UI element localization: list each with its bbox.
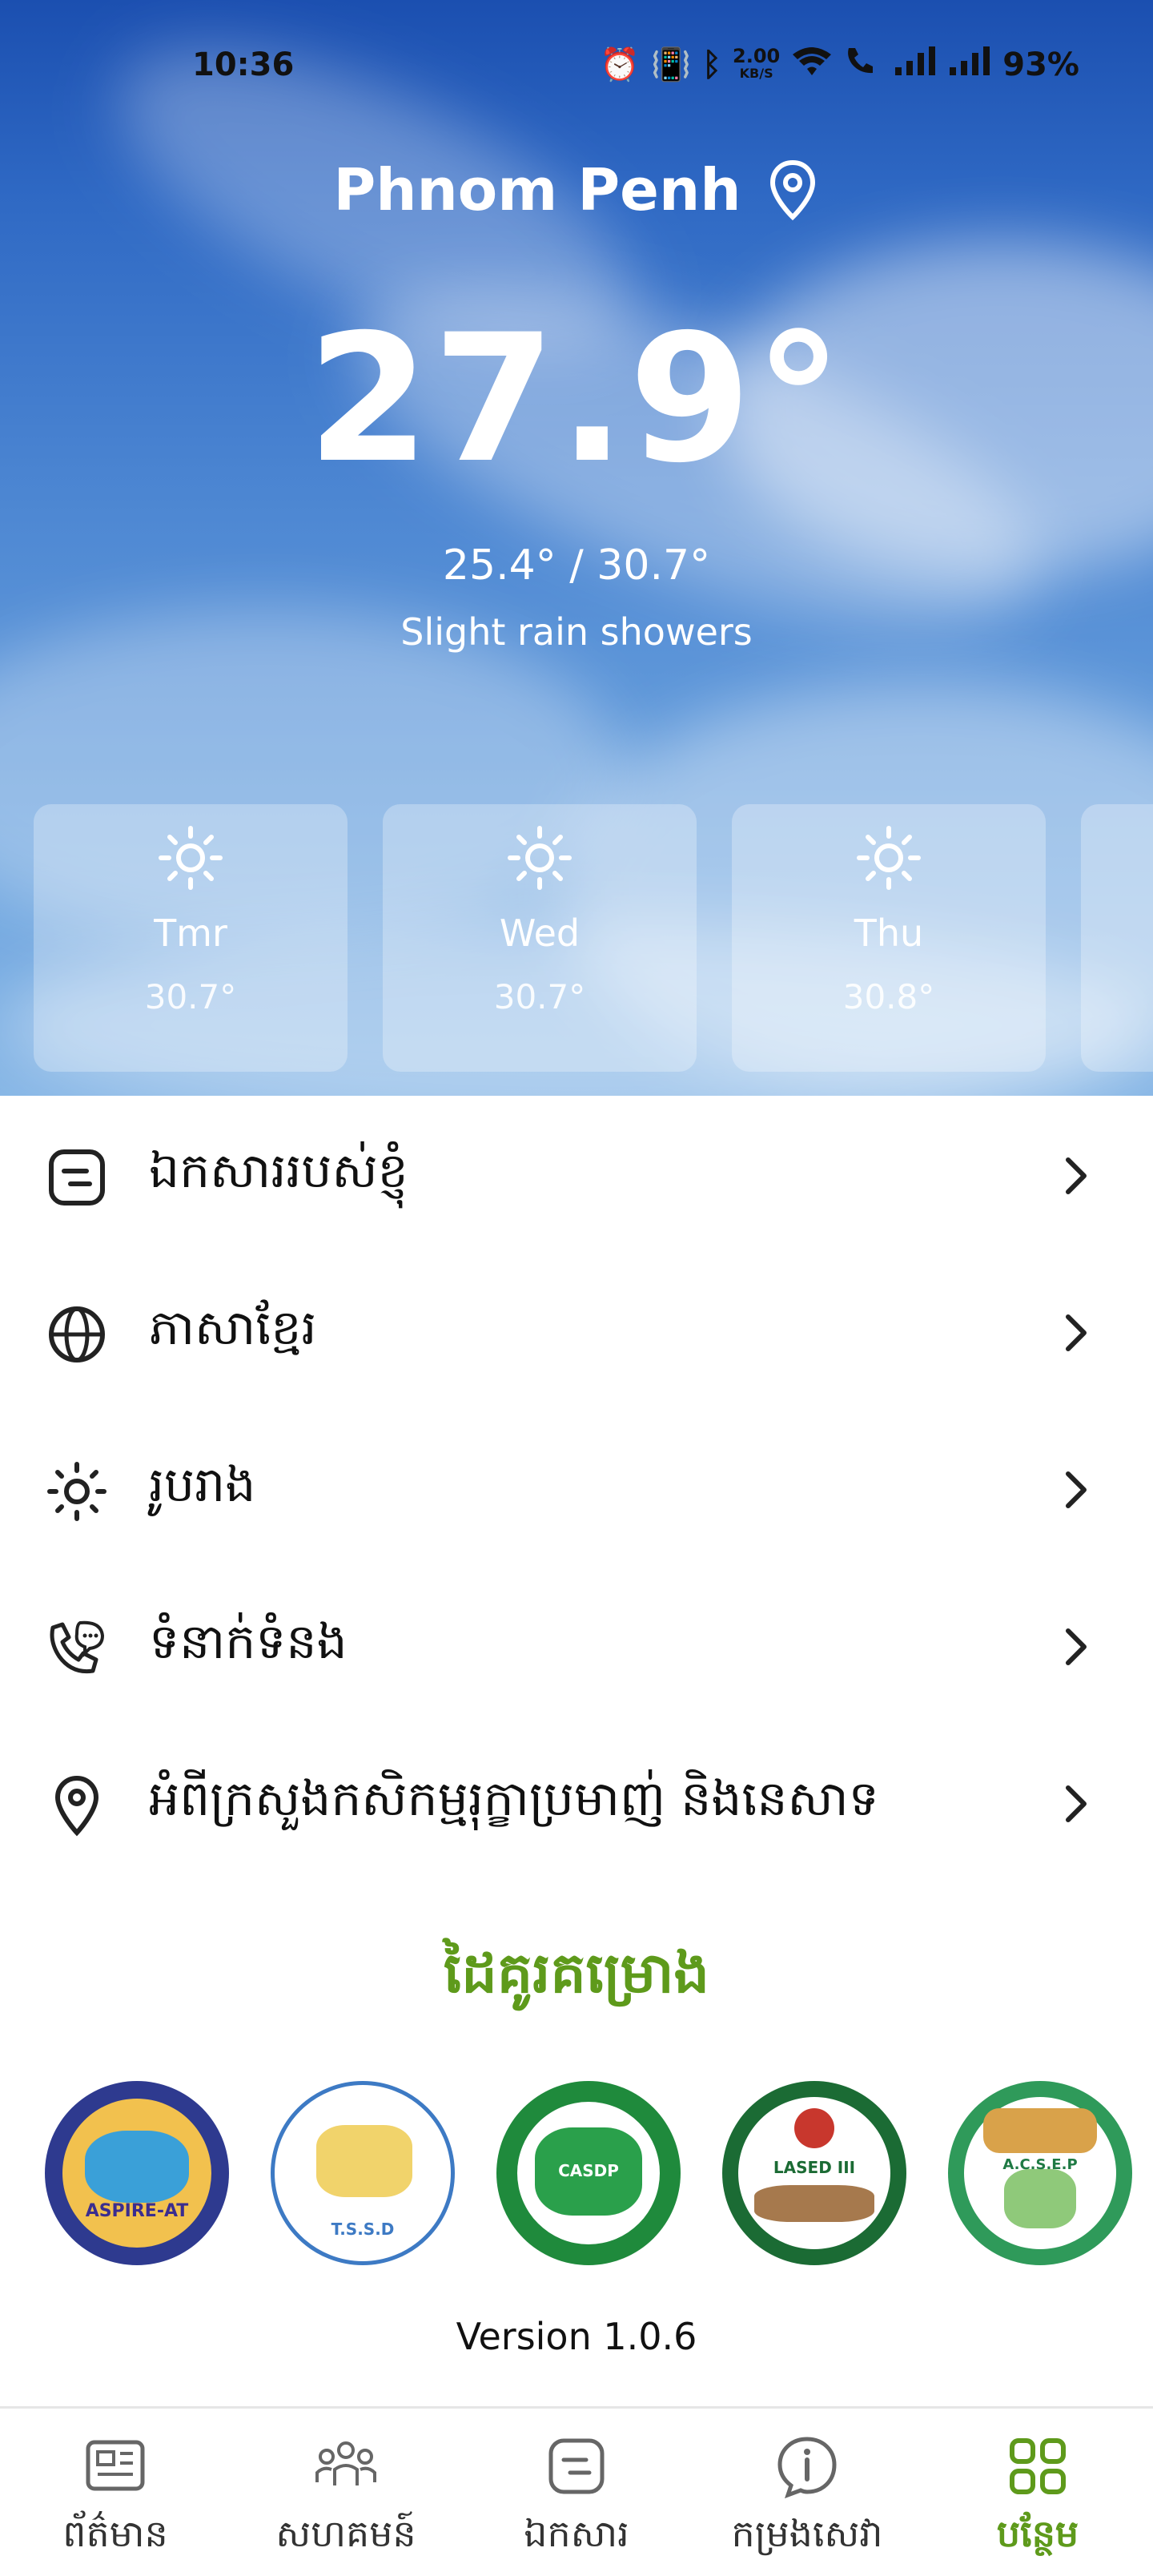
bottom-navigation: ព័ត៌មាន សហគមន៍ ឯកសារ កម្រងសេវា បន្ថែម xyxy=(0,2406,1153,2576)
menu-item-contact[interactable]: ទំនាក់ទំនង xyxy=(0,1567,1153,1724)
chevron-right-icon xyxy=(1066,1628,1087,1665)
chevron-right-icon xyxy=(1066,1157,1087,1194)
menu-item-label: ទំនាក់ទំនង xyxy=(149,1614,348,1670)
partner-logo-aspire[interactable]: ASPIRE-AT xyxy=(45,2081,229,2265)
chevron-right-icon xyxy=(1066,1471,1087,1508)
wifi-call-icon xyxy=(844,45,882,84)
nav-item-community[interactable]: សហគមន៍ xyxy=(231,2409,461,2576)
logo-caption: CASDP xyxy=(558,2161,619,2180)
menu-item-about-ministry[interactable]: អំពីក្រសួងកសិកម្មរុក្ខាប្រមាញ់ និងនេសាទ xyxy=(0,1724,1153,1881)
partner-logo-casdp[interactable]: CASDP xyxy=(496,2081,681,2265)
sun-icon xyxy=(47,1462,106,1521)
document-icon xyxy=(548,2438,605,2494)
signal-icon xyxy=(894,45,937,84)
forecast-temp: 30.8° xyxy=(842,977,935,1016)
status-icons: ⏰ 📳 ᛒ 2.00 KB/S 93% xyxy=(600,45,1079,84)
nav-label: បន្ថែម xyxy=(996,2512,1079,2555)
menu-item-label: អំពីក្រសួងកសិកម្មរុក្ខាប្រមាញ់ និងនេសាទ xyxy=(149,1771,879,1827)
forecast-card-partial[interactable] xyxy=(1081,804,1153,1072)
weather-hero: 10:36 ⏰ 📳 ᛒ 2.00 KB/S 93% Phnom Penh 27.… xyxy=(0,0,1153,1096)
document-icon xyxy=(49,1149,105,1205)
partner-logo-acsep[interactable]: A.C.S.E.P xyxy=(948,2081,1132,2265)
forecast-strip[interactable]: Tmr 30.7° Wed 30.7° Thu 30.8° xyxy=(34,804,1153,1072)
menu-item-appearance[interactable]: រូបរាង xyxy=(0,1410,1153,1567)
logo-photos xyxy=(983,2108,1097,2153)
bluetooth-icon: ᛒ xyxy=(702,46,722,83)
logo-map xyxy=(316,2125,412,2197)
nav-item-news[interactable]: ព័ត៌មាន xyxy=(0,2409,231,2576)
logo-caption: A.C.S.E.P xyxy=(1002,2156,1078,2173)
globe-icon xyxy=(49,1306,105,1362)
city-selector[interactable]: Phnom Penh xyxy=(0,156,1153,223)
battery-percent: 93% xyxy=(1002,46,1079,83)
forecast-day: Tmr xyxy=(154,912,227,955)
menu-item-label: ឯកសាររបស់ខ្ញុំ xyxy=(149,1143,408,1199)
partner-logos: ASPIRE-AT T.S.S.D CASDP LASED III A.C.S.… xyxy=(45,2081,1132,2265)
weather-condition: Slight rain showers xyxy=(400,610,753,654)
network-speed: 2.00 KB/S xyxy=(733,44,781,83)
speed-unit: KB/S xyxy=(739,65,773,81)
vibrate-icon: 📳 xyxy=(651,46,692,83)
sun-icon xyxy=(34,823,348,892)
partners-title: ដៃគូរគម្រោង xyxy=(444,1940,709,2006)
nav-label: សហគមន៍ xyxy=(275,2512,416,2555)
forecast-temp: 30.7° xyxy=(144,977,237,1016)
menu-item-label: ភាសាខ្មែរ xyxy=(149,1300,317,1356)
settings-menu: ឯកសាររបស់ខ្ញុំ ភាសាខ្មែរ រូបរាង ទំនាក់ទំ… xyxy=(0,1096,1153,1881)
forecast-temp: 30.7° xyxy=(493,977,586,1016)
menu-item-label: រូបរាង xyxy=(149,1457,256,1513)
wifi-icon xyxy=(791,45,833,84)
nav-item-services[interactable]: កម្រងសេវា xyxy=(692,2409,922,2576)
logo-caption: ASPIRE-AT xyxy=(85,2201,189,2221)
temperature-range: 25.4° / 30.7° xyxy=(442,541,711,590)
chevron-right-icon xyxy=(1066,1314,1087,1351)
signal-icon xyxy=(948,45,991,84)
logo-caption: LASED III xyxy=(773,2158,856,2177)
nav-label: ព័ត៌មាន xyxy=(62,2512,168,2555)
forecast-card[interactable]: Tmr 30.7° xyxy=(34,804,348,1072)
grid-icon xyxy=(1010,2438,1066,2494)
partner-logo-tssd[interactable]: T.S.S.D xyxy=(271,2081,455,2265)
menu-item-language[interactable]: ភាសាខ្មែរ xyxy=(0,1253,1153,1410)
news-icon xyxy=(86,2440,145,2491)
app-version: Version 1.0.6 xyxy=(456,2315,697,2358)
forecast-day: Wed xyxy=(499,912,581,955)
nav-label: ឯកសារ xyxy=(524,2512,629,2555)
partner-logo-lased[interactable]: LASED III xyxy=(722,2081,906,2265)
chevron-right-icon xyxy=(1066,1785,1087,1822)
forecast-card[interactable]: Thu 30.8° xyxy=(732,804,1046,1072)
status-bar: 10:36 ⏰ 📳 ᛒ 2.00 KB/S 93% xyxy=(0,0,1153,128)
info-icon xyxy=(777,2437,837,2499)
status-time: 10:36 xyxy=(192,46,295,83)
nav-item-documents[interactable]: ឯកសារ xyxy=(461,2409,692,2576)
forecast-card[interactable]: Wed 30.7° xyxy=(383,804,697,1072)
location-pin-icon[interactable] xyxy=(766,158,819,222)
logo-map xyxy=(85,2131,189,2203)
city-name: Phnom Penh xyxy=(333,156,741,223)
phone-chat-icon xyxy=(50,1620,105,1674)
forecast-day: Thu xyxy=(854,912,924,955)
logo-caption: T.S.S.D xyxy=(331,2220,395,2239)
sun-icon xyxy=(383,823,697,892)
menu-item-my-documents[interactable]: ឯកសាររបស់ខ្ញុំ xyxy=(0,1096,1153,1253)
community-icon xyxy=(315,2441,376,2485)
alarm-icon: ⏰ xyxy=(600,46,641,83)
location-pin-icon xyxy=(54,1775,99,1837)
nav-item-more[interactable]: បន្ថែម xyxy=(922,2409,1153,2576)
sun-icon xyxy=(732,823,1046,892)
logo-emblem xyxy=(794,2108,834,2148)
logo-map xyxy=(1004,2169,1076,2228)
nav-label: កម្រងសេវា xyxy=(731,2512,883,2555)
logo-animals xyxy=(754,2185,874,2222)
current-temperature: 27.9° xyxy=(307,296,846,501)
speed-value: 2.00 xyxy=(733,44,781,67)
